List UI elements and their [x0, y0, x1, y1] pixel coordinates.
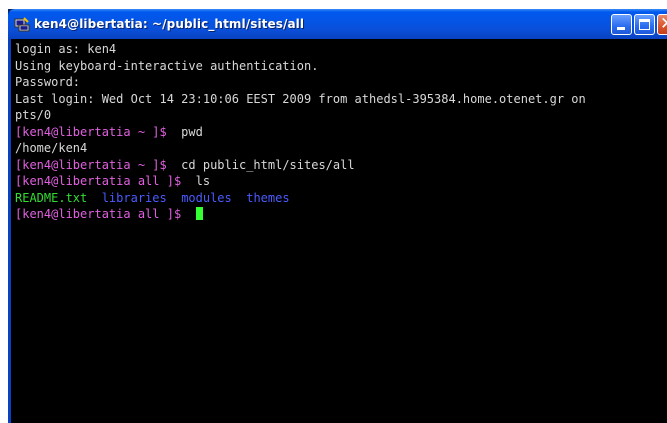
title-bar[interactable]: ken4@libertatia: ~/public_html/sites/all… — [8, 9, 667, 39]
terminal-line: README.txt libraries modules themes — [15, 190, 667, 207]
terminal-line: [ken4@libertatia all ]$ ls — [15, 173, 667, 190]
minimize-button[interactable] — [611, 14, 632, 35]
terminal-line: /home/ken4 — [15, 141, 88, 155]
terminal-line: Password: — [15, 75, 81, 89]
ls-file: README.txt — [15, 190, 88, 205]
terminal-screen[interactable]: login as: ken4 Using keyboard-interactiv… — [11, 39, 667, 423]
terminal-line: Last login: Wed Oct 14 23:10:06 EEST 200… — [15, 91, 586, 106]
ls-directory: modules — [181, 190, 232, 205]
maximize-button[interactable] — [634, 14, 655, 35]
terminal-window: ken4@libertatia: ~/public_html/sites/all… — [8, 9, 667, 423]
putty-icon[interactable] — [14, 16, 30, 32]
minimize-icon — [617, 27, 625, 30]
ls-directory: themes — [246, 190, 290, 205]
terminal-line: Using keyboard-interactive authenticatio… — [15, 58, 319, 73]
shell-prompt: [ken4@libertatia ~ ]$ — [15, 124, 167, 139]
shell-prompt: [ken4@libertatia ~ ]$ — [15, 157, 167, 172]
window-title: ken4@libertatia: ~/public_html/sites/all — [34, 17, 305, 31]
shell-prompt: [ken4@libertatia all ]$ — [15, 207, 182, 221]
terminal-line: [ken4@libertatia all ]$ — [15, 206, 667, 223]
maximize-icon — [639, 19, 650, 30]
terminal-line: login as: ken4 — [15, 42, 117, 56]
shell-command: cd public_html/sites/all — [181, 157, 355, 172]
shell-command: pwd — [181, 124, 203, 139]
shell-prompt: [ken4@libertatia all ]$ — [15, 174, 182, 188]
ls-directory: libraries — [101, 190, 167, 205]
close-button[interactable]: ✕ — [657, 14, 667, 35]
terminal-line: [ken4@libertatia ~ ]$ cd public_html/sit… — [15, 157, 667, 174]
text-cursor — [195, 207, 203, 220]
terminal-line: [ken4@libertatia ~ ]$ pwd — [15, 124, 667, 141]
terminal-line: pts/0 — [15, 108, 52, 122]
shell-command: ls — [195, 174, 211, 188]
close-icon: ✕ — [660, 13, 667, 35]
